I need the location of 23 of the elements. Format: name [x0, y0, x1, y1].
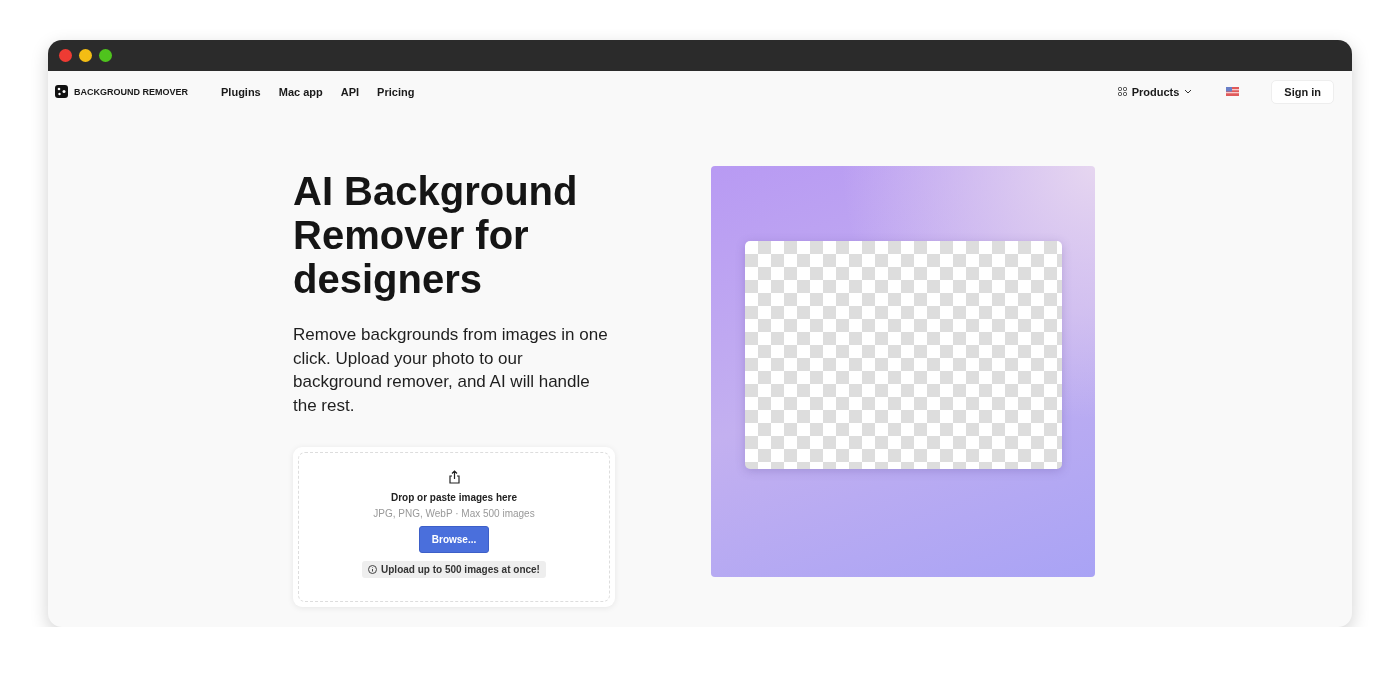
hero-heading: AI Background Remover for designers — [293, 169, 579, 301]
upload-note: Upload up to 500 images at once! — [362, 561, 546, 578]
minimize-icon[interactable] — [79, 49, 92, 62]
flag-icon[interactable] — [1226, 87, 1240, 96]
chevron-down-icon — [1184, 89, 1193, 94]
nav-link[interactable]: API — [331, 85, 369, 98]
format-hint: JPG, PNG, WebP · Max 500 images — [373, 508, 535, 519]
share-icon — [447, 470, 461, 484]
sign-in-button[interactable]: Sign in — [1271, 79, 1334, 104]
drop-heading: Drop or paste images here — [390, 492, 518, 503]
drop-zone[interactable]: Drop or paste images here JPG, PNG, WebP · Max 500 images Browse... Upload up to 500 images at once! — [298, 452, 610, 602]
nav-link[interactable]: Pricing — [368, 85, 424, 98]
logo-icon — [55, 85, 68, 98]
nav-link[interactable]: Plugins — [212, 85, 270, 98]
info-icon — [368, 565, 378, 574]
browse-button[interactable]: Browse... — [418, 526, 490, 553]
products-menu[interactable]: Products — [1117, 85, 1193, 98]
zoom-icon[interactable] — [99, 49, 112, 62]
hero-description: Remove backgrounds from images in one click. Upload your photo to our background remover, and AI will handle the rest. — [293, 324, 609, 417]
grid-icon — [1117, 87, 1127, 96]
nav-link[interactable]: Mac app — [269, 85, 332, 98]
brand-name[interactable]: BACKGROUND REMOVER — [74, 86, 188, 97]
close-icon[interactable] — [59, 49, 72, 62]
